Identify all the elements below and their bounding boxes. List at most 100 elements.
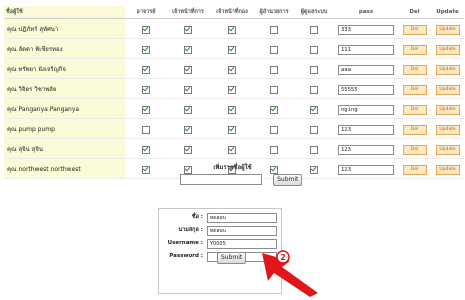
permission-checkbox[interactable] xyxy=(184,105,192,114)
update-button[interactable]: Update xyxy=(435,124,460,135)
permission-checkbox[interactable] xyxy=(142,25,150,34)
permission-checkbox[interactable] xyxy=(184,45,192,54)
permission-checkbox[interactable] xyxy=(310,65,318,74)
permission-checkbox[interactable] xyxy=(270,105,278,114)
update-button[interactable]: Update xyxy=(435,104,460,115)
permission-checkbox[interactable] xyxy=(228,105,236,114)
delete-button[interactable]: Del xyxy=(402,44,427,55)
header-del: Del xyxy=(398,6,431,19)
table-row: คุณ ลัดดา พิเชียรทอง 111 Del Update xyxy=(4,38,464,59)
step-number: 2 xyxy=(280,253,286,262)
permission-checkbox[interactable] xyxy=(310,125,318,134)
perm-cell xyxy=(126,58,166,79)
permission-checkbox[interactable] xyxy=(270,145,278,154)
update-button[interactable]: Update xyxy=(435,84,460,95)
del-cell: Del xyxy=(398,118,431,139)
perm-cell xyxy=(210,98,254,119)
delete-button[interactable]: Del xyxy=(402,124,427,135)
pass-cell: 333 xyxy=(334,18,398,39)
perm-cell xyxy=(166,58,210,79)
user-name: คุณ วิจิตร วิชาพลัย xyxy=(4,78,126,99)
permission-checkbox[interactable] xyxy=(228,125,236,134)
delete-button[interactable]: Del xyxy=(402,64,427,75)
update-cell: Update xyxy=(431,18,464,39)
table-row: คุณ pump pump 123 Del Update xyxy=(4,118,464,139)
permission-checkbox[interactable] xyxy=(228,45,236,54)
permission-checkbox[interactable] xyxy=(270,25,278,34)
perm-cell xyxy=(126,78,166,99)
permission-checkbox[interactable] xyxy=(270,45,278,54)
name-field[interactable]: ทดสอบ xyxy=(207,213,277,223)
perm-cell xyxy=(254,18,294,39)
delete-button[interactable]: Del xyxy=(402,84,427,95)
permission-checkbox[interactable] xyxy=(310,25,318,34)
header-pass: pass xyxy=(334,6,398,19)
permission-checkbox[interactable] xyxy=(270,125,278,134)
permission-checkbox[interactable] xyxy=(142,85,150,94)
header-teacher: อาจารย์ xyxy=(126,6,166,19)
permission-checkbox[interactable] xyxy=(184,125,192,134)
password-input[interactable]: aaa xyxy=(338,64,394,75)
perm-cell xyxy=(210,58,254,79)
permission-checkbox[interactable] xyxy=(184,145,192,154)
perm-cell xyxy=(294,58,334,79)
permission-checkbox[interactable] xyxy=(228,65,236,74)
password-input[interactable]: 333 xyxy=(338,24,394,35)
update-button[interactable]: Update xyxy=(435,44,460,55)
perm-cell xyxy=(166,98,210,119)
permission-checkbox[interactable] xyxy=(184,25,192,34)
password-input[interactable]: 55555 xyxy=(338,84,394,95)
delete-button[interactable]: Del xyxy=(402,104,427,115)
form-submit-button[interactable]: Submit xyxy=(217,252,247,264)
surname-field[interactable]: ทดสอบ xyxy=(207,226,277,236)
username-label: Username : xyxy=(167,240,203,246)
user-name: คุณ ทรัพยา ยังเจริญกิจ xyxy=(4,58,126,79)
password-input[interactable]: 111 xyxy=(338,44,394,55)
permission-checkbox[interactable] xyxy=(310,85,318,94)
perm-cell xyxy=(166,18,210,39)
update-button[interactable]: Update xyxy=(435,144,460,155)
permission-checkbox[interactable] xyxy=(310,45,318,54)
update-button[interactable]: Update xyxy=(435,24,460,35)
perm-cell xyxy=(126,38,166,59)
header-username: ชื่อผู้ใช้ xyxy=(4,6,126,19)
permission-checkbox[interactable] xyxy=(270,65,278,74)
perm-cell xyxy=(254,78,294,99)
delete-button[interactable]: Del xyxy=(402,144,427,155)
perm-cell xyxy=(210,18,254,39)
step-arrow-icon: 2 xyxy=(262,250,318,297)
pass-cell: aaa xyxy=(334,58,398,79)
permission-checkbox[interactable] xyxy=(310,105,318,114)
permission-checkbox[interactable] xyxy=(270,85,278,94)
permission-checkbox[interactable] xyxy=(142,145,150,154)
update-button[interactable]: Update xyxy=(435,64,460,75)
perm-cell xyxy=(254,118,294,139)
permission-checkbox[interactable] xyxy=(184,65,192,74)
perm-cell xyxy=(126,18,166,39)
permission-checkbox[interactable] xyxy=(228,85,236,94)
add-user-submit-button[interactable]: Submit xyxy=(273,173,303,186)
header-director: ผู้อำนวยการ xyxy=(254,6,294,19)
user-name: คุณ ปฎิภัทร์ สุทัศนา xyxy=(4,18,126,39)
perm-cell xyxy=(166,78,210,99)
name-label: ชื่อ : xyxy=(191,214,203,220)
permission-checkbox[interactable] xyxy=(142,105,150,114)
pass-cell: 111 xyxy=(334,38,398,59)
permission-checkbox[interactable] xyxy=(228,145,236,154)
password-input[interactable]: 123 xyxy=(338,124,394,135)
delete-button[interactable]: Del xyxy=(402,24,427,35)
add-user-input[interactable] xyxy=(180,174,262,185)
perm-cell xyxy=(210,38,254,59)
permission-checkbox[interactable] xyxy=(142,125,150,134)
permission-checkbox[interactable] xyxy=(142,45,150,54)
del-cell: Del xyxy=(398,18,431,39)
permission-checkbox[interactable] xyxy=(184,85,192,94)
permission-checkbox[interactable] xyxy=(310,145,318,154)
header-staff: เจ้าหน้าที่การ xyxy=(166,6,210,19)
permission-checkbox[interactable] xyxy=(228,25,236,34)
permission-checkbox[interactable] xyxy=(142,65,150,74)
header-admin: ผู้ดูแลระบบ xyxy=(294,6,334,19)
user-name: คุณ Panganya Panganya xyxy=(4,98,126,119)
password-input[interactable]: nging xyxy=(338,104,394,115)
password-input[interactable]: 123 xyxy=(338,144,394,155)
